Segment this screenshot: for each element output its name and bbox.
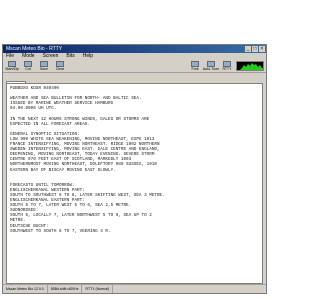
title-bar: Mscan Meteo Bio - RTTY _ □ × [3,45,266,53]
tab-strip: Listing [3,73,266,88]
menu-help[interactable]: Help [83,53,93,60]
save-button[interactable]: Save [37,61,51,71]
text-output-area[interactable]: PUBBDXO KDUR 040400 WEATHER AND SEA BULL… [6,83,263,284]
cut-button[interactable]: Cut [21,61,35,71]
signal-waveform [240,63,263,70]
text-line: SOUTHWEST TO SOUTH 6 TO 7, VEERING 4 R. [10,228,111,234]
status-mode: RTTY (Normal) [82,285,114,293]
menu-mode[interactable]: Mode [22,53,35,60]
status-baud: 50Bd shift=400Hz [48,285,83,293]
minimize-button[interactable]: _ [245,46,251,52]
maximize-button[interactable]: □ [252,46,258,52]
menu-bar: File Mode Screen Bits Help [3,53,266,60]
menu-file[interactable]: File [6,53,14,60]
close-button[interactable]: × [259,46,265,52]
toolbar: Start/Stp Cut Save Clear Font Auto-Tune [3,60,266,73]
font-button[interactable]: Font [188,61,202,71]
signal-meter [236,61,264,71]
menu-screen[interactable]: Screen [43,53,59,60]
rtty-button[interactable]: RTTY [220,61,234,71]
clear-button[interactable]: Clear [53,61,67,71]
menu-bits[interactable]: Bits [66,53,74,60]
auto-tune-button[interactable]: Auto-Tune [203,61,219,71]
app-window: Mscan Meteo Bio - RTTY _ □ × File Mode S… [2,44,267,294]
status-bar: Mscan Meteo Bio 12.0.0 50Bd shift=400Hz … [3,284,266,293]
window-title: Mscan Meteo Bio - RTTY [6,46,63,52]
start-stop-button[interactable]: Start/Stp [5,61,19,71]
status-version: Mscan Meteo Bio 12.0.0 [3,285,48,293]
